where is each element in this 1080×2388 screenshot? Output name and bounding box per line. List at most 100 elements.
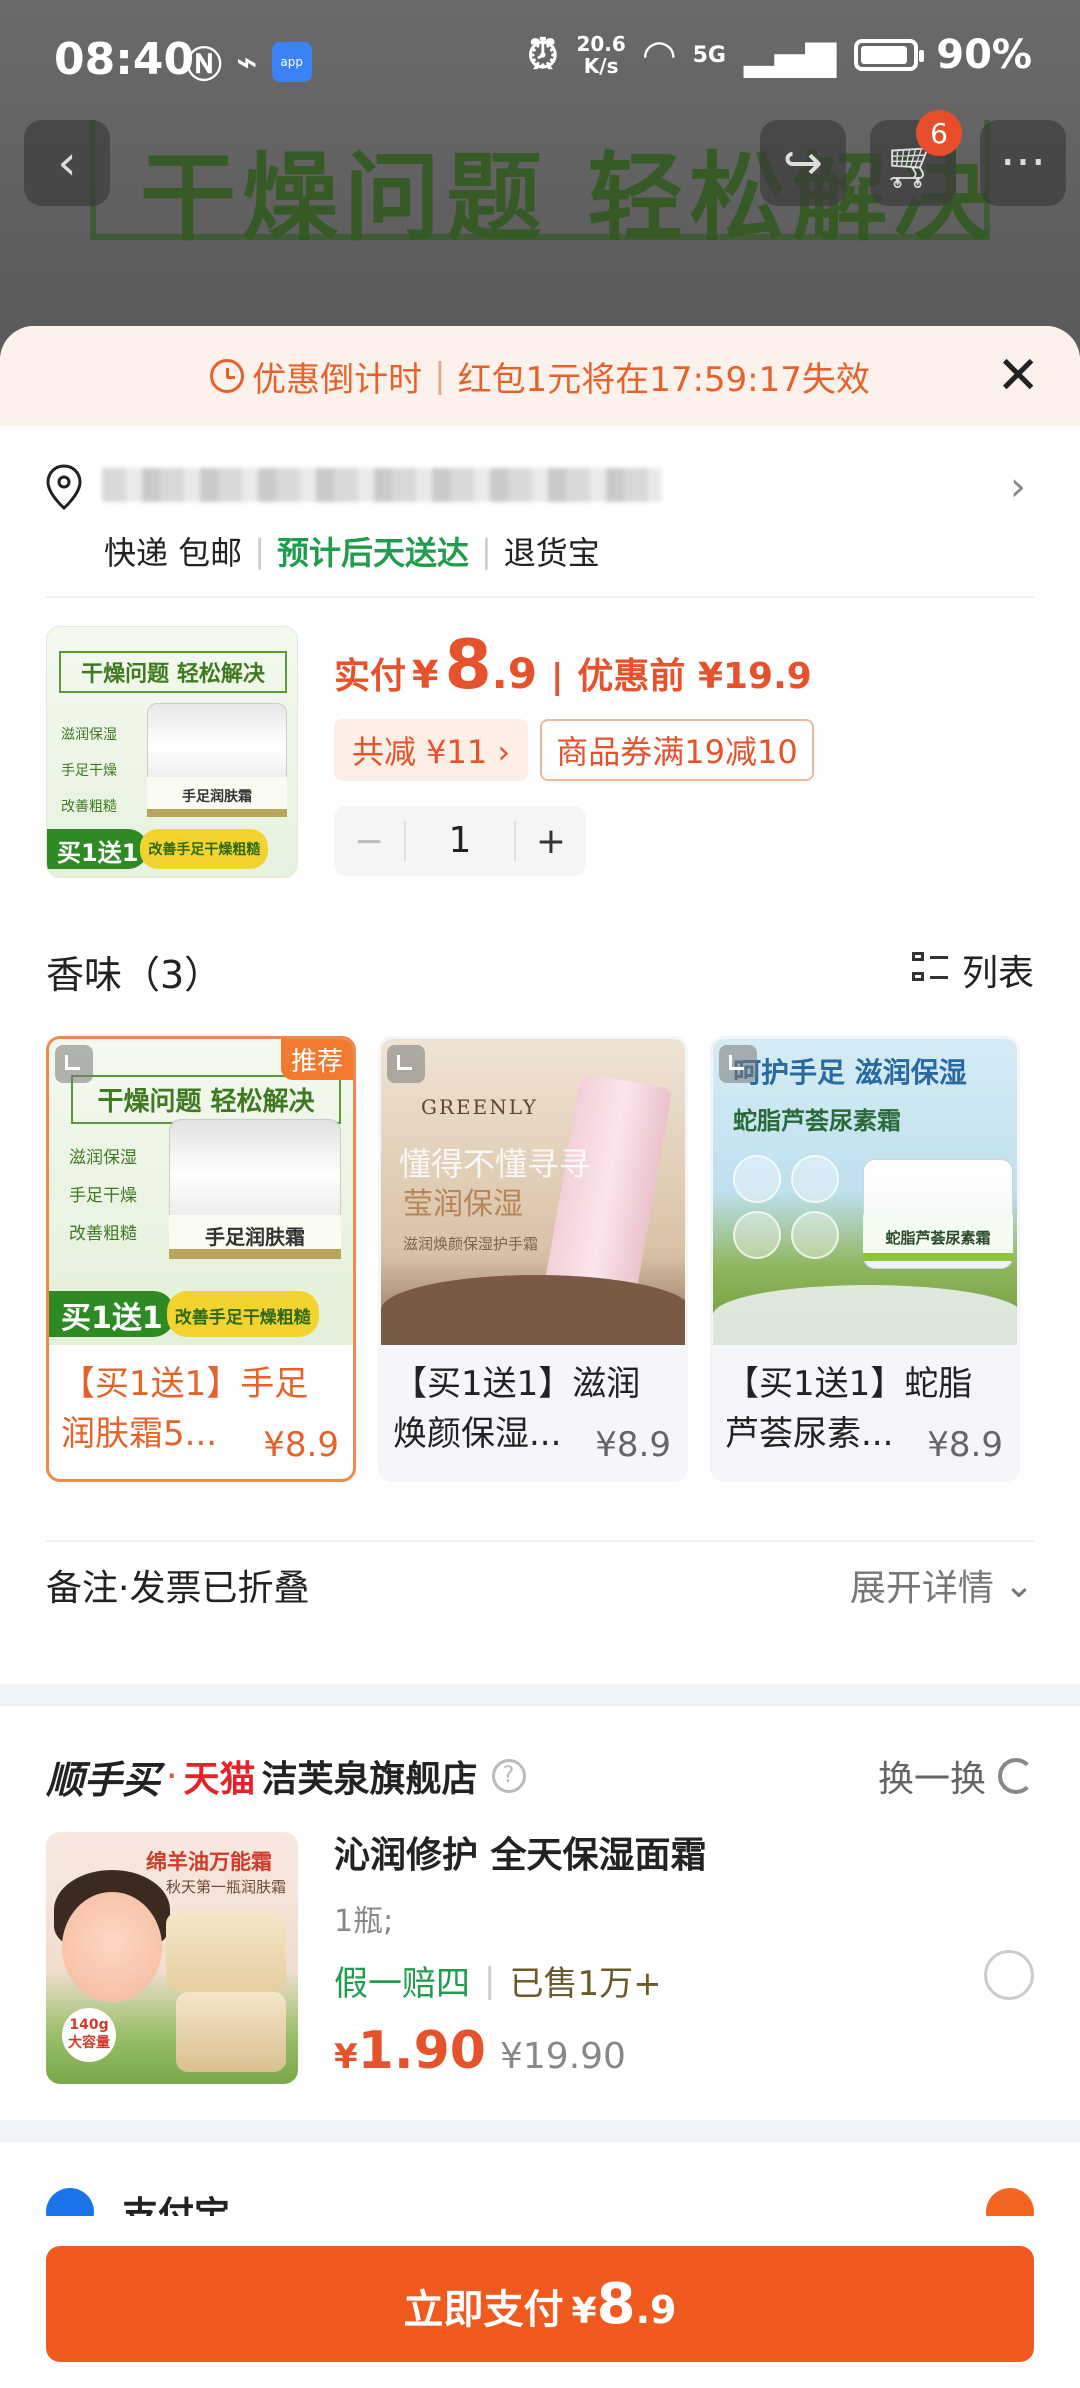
guarantee-tag: 假一赔四 <box>334 1964 470 2004</box>
quantity-stepper: − 1 + <box>334 806 586 876</box>
recommended-product-info[interactable]: 沁润修护 全天保湿面霜 1瓶; 假一赔四 | 已售1万+ ¥1.90 ¥19.9… <box>334 1826 707 2081</box>
close-icon: ✕ <box>996 346 1040 406</box>
list-view-toggle[interactable]: 列表 <box>911 944 1034 996</box>
share-button[interactable]: ↪ <box>760 120 846 206</box>
pay-now-button[interactable]: 立即支付 ¥ 8 .9 <box>46 2246 1034 2362</box>
net-speed-unit: K/s <box>583 54 619 78</box>
add-recommendation-radio[interactable] <box>984 1950 1034 2000</box>
expand-image-icon[interactable] <box>719 1045 757 1083</box>
variant-image-features: 滋润保湿 手足干燥 改善粗糙 <box>69 1139 137 1253</box>
notes-invoice-row[interactable]: 备注·发票已折叠 展开详情 ⌄ <box>46 1540 1034 1630</box>
countdown-bar: 优惠倒计时 | 红包1元将在17:59:17失效 ✕ <box>0 326 1080 426</box>
recommended-tags: 假一赔四 | 已售1万+ <box>334 1956 707 2005</box>
variant-option[interactable]: GREENLY 懂得不懂寻寻 莹润保湿 滋润焕颜保湿护手霜 【买1送1】滋润焕颜… <box>378 1036 688 1482</box>
promo-left: 买1送1 <box>49 1291 175 1337</box>
stand-image <box>713 1285 1017 1345</box>
sub-text: 滋润焕颜保湿护手霜 <box>403 1235 539 1253</box>
separator: | <box>254 532 265 570</box>
original-price: 优惠前 ¥19.9 <box>577 656 812 697</box>
variant-image: GREENLY 懂得不懂寻寻 莹润保湿 滋润焕颜保湿护手霜 <box>381 1039 685 1345</box>
discount-tags: 共减 ¥11 › 商品券满19减10 <box>334 719 814 781</box>
brand-dot: · <box>166 1755 178 1797</box>
price-value: 1.90 <box>357 2021 486 2081</box>
quantity-value[interactable]: 1 <box>404 821 516 861</box>
price-block: 实付 ¥ 8 .9 | 优惠前 ¥19.9 共减 ¥11 › 商品券满19减10 <box>334 626 814 781</box>
tagline-text: 莹润保湿 <box>403 1187 523 1222</box>
clock-icon <box>210 359 245 393</box>
increase-button[interactable]: + <box>516 821 586 862</box>
net-speed: 20.6 K/s <box>576 33 625 77</box>
recommended-product-thumbnail[interactable]: 绵羊油万能霜 秋天第一瓶润肤霜 140g 大容量 <box>46 1832 298 2084</box>
thumb-title: 干燥问题 轻松解决 <box>59 651 287 693</box>
image-headline: 呵护手足 滋润保湿 <box>733 1056 967 1089</box>
countdown-separator: | <box>434 356 446 396</box>
variant-price: ¥8.9 <box>595 1425 671 1465</box>
separator: | <box>484 1960 496 2001</box>
old-price: ¥19.90 <box>499 2036 626 2077</box>
brand-tmall: 天猫 <box>183 1759 256 1800</box>
expand-details-label: 展开详情 <box>849 1568 994 1609</box>
pay-decimal: .9 <box>491 649 537 698</box>
countdown-message: 红包1元将在17:59:17失效 <box>457 359 870 400</box>
chevron-down-icon: ⌄ <box>1003 1564 1034 1606</box>
share-icon: ↪ <box>782 135 824 191</box>
feature-icons <box>733 1155 843 1259</box>
expand-image-icon[interactable] <box>55 1045 93 1083</box>
expand-details-link[interactable]: 展开详情 ⌄ <box>850 1559 1034 1611</box>
signal-label: 5G <box>692 42 726 68</box>
alarm-icon: ⏰︎ <box>527 32 559 78</box>
store-name: 洁芙泉旗舰店 <box>261 1759 478 1800</box>
feature-item: 改善粗糙 <box>69 1224 137 1244</box>
swap-label: 换一换 <box>877 1759 986 1800</box>
more-button[interactable]: ··· <box>980 120 1066 206</box>
battery-level: 90% <box>936 32 1032 78</box>
currency-symbol: ¥ <box>571 2291 597 2332</box>
jar-image <box>166 1912 286 1992</box>
chevron-right-icon: › <box>1010 464 1026 510</box>
child-face <box>62 1892 162 2002</box>
status-indicators: ⏰︎ 20.6 K/s ◠ 5G ▂▄▆ 90% <box>527 32 1032 78</box>
status-notification-icons: Ⓝ ⌁ app <box>186 36 312 88</box>
section-gap <box>0 1684 1080 1706</box>
store-header: 顺手买 · 天猫 洁芙泉旗舰店 ? 换一换 <box>46 1746 1034 1806</box>
battery-icon <box>854 39 925 71</box>
currency-symbol: ¥ <box>334 2037 358 2077</box>
address-redacted <box>102 468 662 502</box>
address-row[interactable]: › 快递 包邮 | 预计后天送达 | 退货宝 <box>46 456 1036 576</box>
back-button[interactable]: ‹ <box>24 120 110 206</box>
signal-icon: ▂▄▆ <box>743 32 837 78</box>
variant-list: 推荐 干燥问题 轻松解决 滋润保湿 手足干燥 改善粗糙 手足润肤霜 买1送1 改… <box>46 1036 1020 1482</box>
alipay-icon <box>46 2188 94 2218</box>
section-gap <box>0 2120 1080 2142</box>
notes-invoice-label: 备注·发票已折叠 <box>46 1568 310 1609</box>
location-pin-icon <box>46 464 82 510</box>
total-discount-tag[interactable]: 共减 ¥11 › <box>334 719 529 781</box>
selected-radio-icon[interactable] <box>986 2188 1034 2218</box>
variant-section-title: 香味（3） <box>46 953 223 997</box>
variant-image: 呵护手足 滋润保湿 蛇脂芦荟尿素霜 蛇脂芦荟尿素霜 <box>713 1039 1017 1345</box>
help-icon[interactable]: ? <box>491 1759 526 1793</box>
feature-item: 滋润保湿 <box>69 1148 137 1168</box>
checkout-sheet: 优惠倒计时 | 红包1元将在17:59:17失效 ✕ › 快递 包邮 | 预计后… <box>0 326 1080 2388</box>
pay-integer: 8 <box>444 626 492 705</box>
close-button[interactable]: ✕ <box>996 350 1040 402</box>
rock-image <box>381 1275 685 1345</box>
current-price: ¥1.90 <box>334 2021 486 2081</box>
expand-image-icon[interactable] <box>387 1045 425 1083</box>
recommend-badge: 推荐 <box>280 1039 353 1080</box>
more-icon: ··· <box>1000 135 1046 191</box>
variant-option[interactable]: 呵护手足 滋润保湿 蛇脂芦荟尿素霜 蛇脂芦荟尿素霜 【买1送1】蛇脂芦荟尿素..… <box>710 1036 1020 1482</box>
product-thumbnail[interactable]: 干燥问题 轻松解决 滋润保湿 手足干燥 改善粗糙 手足润肤霜 买1送1 改善手足… <box>46 626 298 878</box>
jar-label: 手足润肤霜 <box>169 1215 341 1259</box>
swap-button[interactable]: 换一换 <box>878 1750 1034 1802</box>
jar-label: 手足润肤霜 <box>147 777 287 817</box>
nfc-icon: Ⓝ <box>186 45 223 86</box>
brand-text: GREENLY <box>421 1095 538 1119</box>
payment-method-row[interactable]: 支付宝 <box>46 2178 1034 2218</box>
capacity-badge: 140g 大容量 <box>62 2008 116 2062</box>
decrease-button[interactable]: − <box>334 821 404 862</box>
variant-price: ¥8.9 <box>927 1425 1003 1465</box>
variant-option[interactable]: 推荐 干燥问题 轻松解决 滋润保湿 手足干燥 改善粗糙 手足润肤霜 买1送1 改… <box>46 1036 356 1482</box>
list-icon <box>911 952 948 988</box>
cart-button[interactable]: 🛒︎ 6 <box>870 110 962 206</box>
